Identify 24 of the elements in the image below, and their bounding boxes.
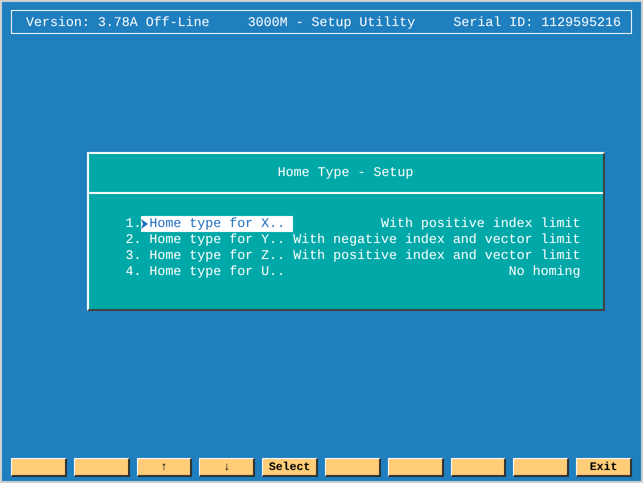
function-key[interactable] bbox=[11, 458, 67, 477]
app-title: 3000M - Setup Utility bbox=[248, 14, 416, 30]
function-key[interactable]: Select bbox=[262, 458, 318, 477]
function-key[interactable] bbox=[513, 458, 570, 477]
item-value: With negative index and vector limit bbox=[293, 232, 580, 247]
menu-item[interactable]: Home type for X.. bbox=[141, 216, 294, 232]
function-key[interactable] bbox=[324, 458, 381, 477]
item-number: 1. bbox=[126, 216, 142, 231]
function-key[interactable] bbox=[388, 458, 444, 477]
item-value: No homing bbox=[508, 264, 580, 279]
function-key[interactable] bbox=[450, 458, 506, 477]
dialog-title: Home Type - Setup bbox=[88, 154, 602, 194]
function-key[interactable]: ↑ bbox=[136, 458, 192, 477]
version-text: Version: 3.78A Off-Line bbox=[26, 14, 210, 30]
function-key[interactable]: Exit bbox=[576, 458, 632, 477]
serial-text: Serial ID: 1129595216 bbox=[453, 14, 621, 30]
item-number: 2. bbox=[126, 232, 142, 247]
function-key[interactable]: ↓ bbox=[199, 458, 256, 477]
item-number: 4. bbox=[126, 264, 142, 279]
item-number: 3. bbox=[126, 248, 142, 263]
function-key[interactable] bbox=[74, 458, 130, 477]
pointer-icon bbox=[141, 218, 148, 228]
item-value: With positive index limit bbox=[380, 216, 580, 231]
item-value: With positive index and vector limit bbox=[293, 248, 580, 263]
